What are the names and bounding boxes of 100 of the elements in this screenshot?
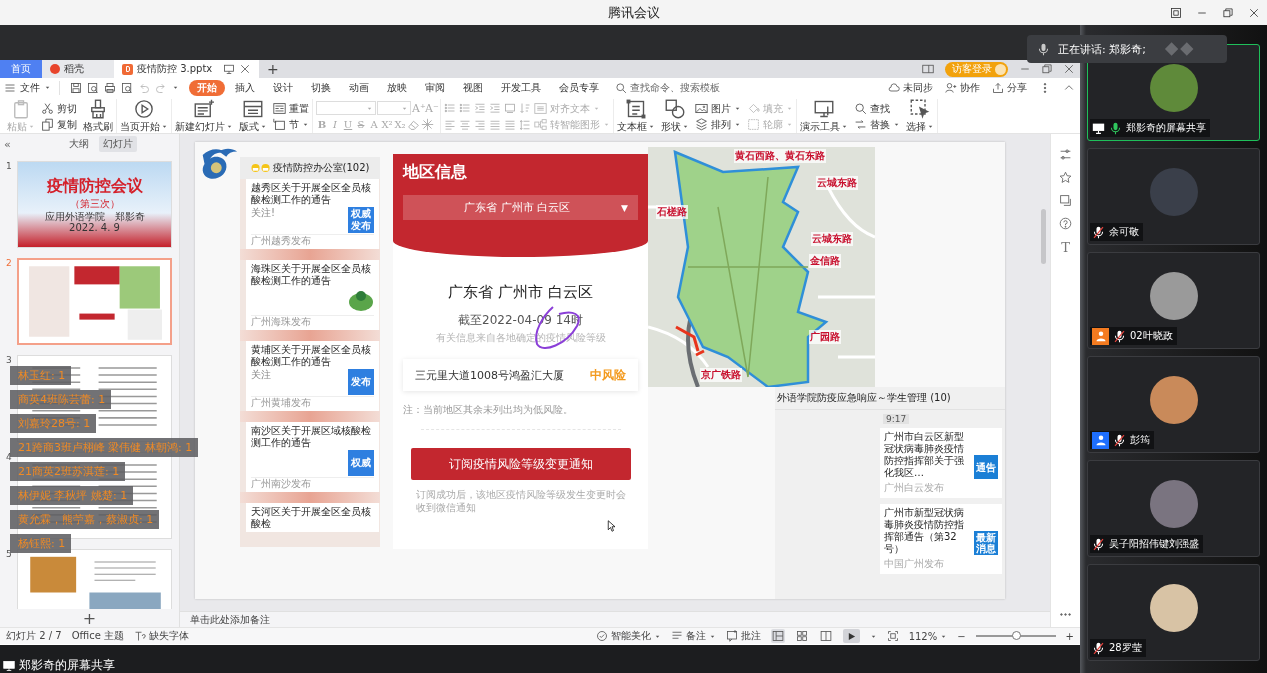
new-tab-button[interactable]: + bbox=[259, 60, 287, 78]
document-tab[interactable]: 稻壳 bbox=[42, 60, 114, 78]
article-card[interactable]: 天河区关于开展全区全员核酸检 bbox=[246, 503, 379, 532]
notes-button[interactable]: 备注 bbox=[670, 629, 716, 643]
close-icon bbox=[1248, 6, 1260, 19]
comment-toast: 林玉红: 1 bbox=[10, 366, 72, 385]
close-icon bbox=[1063, 63, 1075, 75]
article-title: 越秀区关于开展全区全员核酸检测工作的通告 bbox=[251, 182, 372, 206]
ribbon-tab[interactable]: 切换 bbox=[303, 79, 339, 96]
collapse-panel-button[interactable]: « bbox=[4, 137, 11, 151]
document-tab[interactable]: 疫情防控 3.pptx bbox=[114, 60, 259, 78]
region-dropdown[interactable]: 广东省 广州市 白云区 ▼ bbox=[403, 195, 638, 220]
zoom-slider-thumb[interactable] bbox=[1011, 631, 1021, 640]
toolbar-button[interactable]: 重置 bbox=[273, 101, 309, 115]
document-tab[interactable]: 首页 bbox=[0, 60, 42, 78]
copy-icon bbox=[41, 117, 54, 131]
toolbar-button[interactable]: 排列 bbox=[695, 117, 741, 131]
picture-icon bbox=[695, 101, 708, 115]
notes-placeholder[interactable]: 单击此处添加备注 bbox=[190, 612, 270, 627]
toolbar-button[interactable]: 查找 bbox=[854, 101, 890, 115]
panel-tab[interactable]: 幻灯片 bbox=[98, 136, 137, 152]
toolbar-button[interactable]: 图片 bbox=[695, 101, 741, 115]
toolbar-button[interactable]: 文本框 bbox=[617, 99, 655, 133]
view-mode-button[interactable] bbox=[794, 629, 809, 643]
toolbar-button[interactable]: 演示工具 bbox=[800, 99, 848, 133]
road-label: 京广铁路 bbox=[700, 368, 742, 382]
participant-tile[interactable]: 02叶晓政 bbox=[1087, 252, 1260, 349]
toolbar-button[interactable]: 剪切 bbox=[41, 101, 77, 115]
ribbon-tab[interactable]: 放映 bbox=[379, 79, 415, 96]
emblem-icon bbox=[348, 288, 374, 314]
muted-mic-icon[interactable] bbox=[1113, 433, 1126, 447]
toolbar-action[interactable]: 分享 bbox=[987, 80, 1032, 95]
muted-mic-icon[interactable] bbox=[1113, 329, 1126, 343]
hamburger-icon bbox=[4, 81, 16, 94]
toolbar-button[interactable]: 选择 bbox=[906, 99, 934, 133]
file-menu[interactable]: 文件 bbox=[4, 80, 60, 95]
muted-mic-icon[interactable] bbox=[1092, 537, 1105, 551]
muted-mic-icon[interactable] bbox=[1092, 225, 1105, 239]
ribbon-tab[interactable]: 开发工具 bbox=[493, 79, 549, 96]
mic-icon[interactable] bbox=[1109, 121, 1122, 135]
preview-icon bbox=[121, 81, 133, 94]
ribbon-tab[interactable]: 审阅 bbox=[417, 79, 453, 96]
comment-button[interactable]: 批注 bbox=[725, 629, 761, 643]
ribbon-tab[interactable]: 视图 bbox=[455, 79, 491, 96]
add-slide-button[interactable]: + bbox=[0, 609, 179, 627]
text-tool-button[interactable]: T bbox=[1061, 240, 1070, 255]
view-mode-button[interactable] bbox=[818, 629, 833, 643]
slide-thumbnail[interactable] bbox=[17, 258, 172, 345]
article-card[interactable]: 广州市新型冠状病毒肺炎疫情防控指挥部通告（第32号） 最新消息 中国广州发布 bbox=[880, 504, 1002, 574]
participant-tile[interactable]: 余可敬 bbox=[1087, 148, 1260, 245]
sort-icon bbox=[519, 101, 531, 114]
ribbon-tab[interactable]: 插入 bbox=[227, 79, 263, 96]
toolbar-button[interactable]: 节 bbox=[273, 117, 309, 131]
toolbar-button[interactable]: 版式 bbox=[239, 99, 267, 133]
font-size-field[interactable] bbox=[377, 101, 411, 115]
avatar-placeholder bbox=[1149, 168, 1198, 216]
toolbar-action[interactable]: 协作 bbox=[940, 80, 985, 95]
article-card[interactable]: 南沙区关于开展区域核酸检测工作的通告 权威 广州南沙发布 bbox=[246, 422, 379, 492]
missing-font-button[interactable]: 缺失字体 bbox=[134, 629, 189, 643]
clipboard-icon bbox=[11, 99, 31, 119]
window-icon bbox=[922, 63, 934, 75]
road-label: 石槎路 bbox=[656, 205, 688, 219]
box-icon bbox=[504, 101, 516, 114]
panel-tab[interactable]: 大纲 bbox=[64, 136, 93, 152]
font-name-field[interactable] bbox=[316, 101, 376, 115]
article-card[interactable]: 广州市白云区新型冠状病毒肺炎疫情防控指挥部关于强化我区… 通告 广州白云发布 bbox=[880, 428, 1002, 498]
toolbar-button[interactable]: 格式刷 bbox=[83, 99, 113, 133]
zoom-out-button[interactable]: − bbox=[957, 630, 966, 642]
article-card[interactable]: 海珠区关于开展全区全员核酸检测工作的通告 广州海珠发布 bbox=[246, 260, 379, 330]
article-card[interactable]: 黄埔区关于开展全区全员核酸检测工作的通告 关注 发布 广州黄埔发布 bbox=[246, 341, 379, 411]
scrollbar[interactable] bbox=[1041, 209, 1046, 264]
toolbar-button[interactable]: 替换 bbox=[854, 117, 900, 131]
article-title: 黄埔区关于开展全区全员核酸检测工作的通告 bbox=[251, 344, 372, 368]
muted-mic-icon[interactable] bbox=[1092, 641, 1105, 655]
slide-thumbnail[interactable]: 疫情防控会议 （第三次） 应用外语学院 郑影奇 2022. 4. 9 bbox=[17, 161, 172, 248]
toolbar-button[interactable]: 新建幻灯片 bbox=[175, 99, 233, 133]
toolbar-button[interactable]: 形状 bbox=[661, 99, 689, 133]
chat-group-title: 疫情防控办公室(102) bbox=[272, 161, 370, 175]
zoom-in-button[interactable]: + bbox=[1065, 630, 1074, 642]
toolbar-button[interactable]: 复制 bbox=[41, 117, 77, 131]
view-normal-icon bbox=[771, 630, 784, 642]
participant-tile[interactable]: 吴子阳招伟键刘强盛 bbox=[1087, 460, 1260, 557]
participant-tile[interactable]: 28罗莹 bbox=[1087, 564, 1260, 661]
zoom-level[interactable]: 112% bbox=[908, 630, 948, 642]
article-source: 广州南沙发布 bbox=[251, 477, 374, 490]
article-card[interactable]: 越秀区关于开展全区全员核酸检测工作的通告 关注! 权威发布 广州越秀发布 bbox=[246, 179, 379, 249]
toolbar-action[interactable]: 未同步 bbox=[883, 80, 938, 95]
comment-toast: 21跨商3班卢栩峰 梁伟健 林朝鸿: 1 bbox=[10, 438, 199, 457]
slide-number: 5 bbox=[6, 549, 13, 561]
ribbon-tab[interactable]: 动画 bbox=[341, 79, 377, 96]
slideshow-button[interactable] bbox=[842, 629, 860, 643]
notes-icon bbox=[670, 630, 683, 642]
subscribe-button[interactable]: 订阅疫情风险等级变更通知 bbox=[410, 448, 631, 480]
ribbon-tab[interactable]: 会员专享 bbox=[551, 79, 607, 96]
beautify-button[interactable]: 智能美化 bbox=[595, 629, 661, 643]
command-search-field[interactable]: 查找命令、搜索模板 bbox=[615, 81, 740, 94]
participant-tile[interactable]: 彭筠 bbox=[1087, 356, 1260, 453]
ribbon-tab[interactable]: 设计 bbox=[265, 79, 301, 96]
view-mode-button[interactable] bbox=[770, 629, 785, 643]
toolbar-button[interactable]: 当页开始 bbox=[120, 99, 168, 133]
